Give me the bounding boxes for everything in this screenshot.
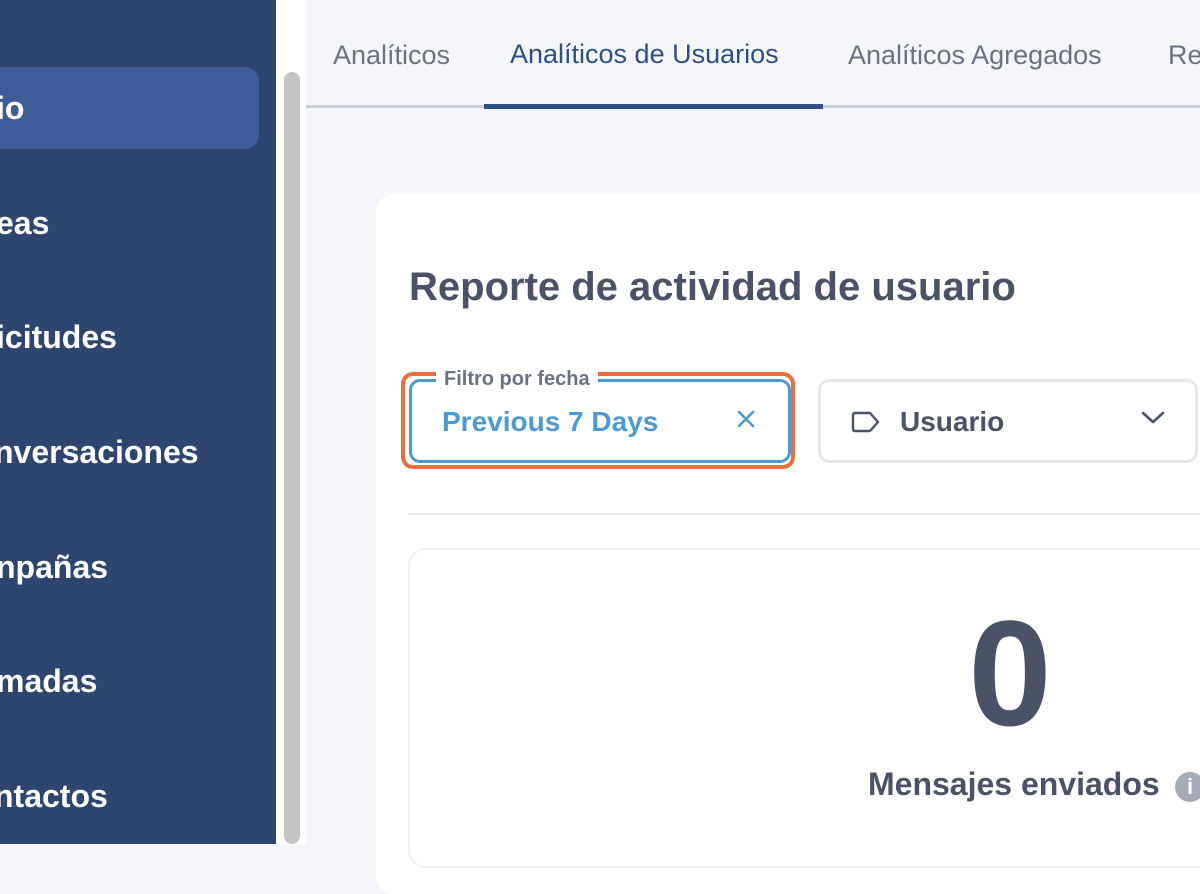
- info-icon[interactable]: i: [1175, 772, 1200, 802]
- stat-card-mensajes: [408, 548, 1200, 868]
- active-tab-indicator: [484, 104, 823, 109]
- sidebar-item-label: nversaciones: [0, 433, 199, 470]
- tag-icon: [850, 411, 882, 438]
- sidebar-item-label: madas: [0, 662, 98, 699]
- tab-analiticos[interactable]: Analíticos: [333, 40, 450, 71]
- user-select-label: Usuario: [900, 406, 1005, 437]
- section-divider: [408, 513, 1200, 515]
- sidebar-item-tareas[interactable]: eas: [0, 182, 259, 264]
- tab-analiticos-usuarios[interactable]: Analíticos de Usuarios: [510, 39, 779, 70]
- sidebar-item-inicio[interactable]: io: [0, 67, 259, 149]
- sidebar-item-label: ntactos: [0, 777, 108, 814]
- sidebar-item-solicitudes[interactable]: icitudes: [0, 296, 259, 378]
- sidebar-scrollbar-thumb[interactable]: [284, 72, 300, 844]
- chevron-down-icon[interactable]: [1140, 410, 1166, 431]
- sidebar-item-label: eas: [0, 204, 50, 241]
- stat-label: Mensajes enviados: [868, 766, 1160, 802]
- sidebar-item-contactos[interactable]: ntactos: [0, 755, 259, 837]
- close-icon[interactable]: [734, 406, 758, 437]
- sidebar-item-conversaciones[interactable]: nversaciones: [0, 411, 259, 493]
- page-title: Reporte de actividad de usuario: [409, 265, 1016, 309]
- tab-analiticos-agregados[interactable]: Analíticos Agregados: [848, 40, 1102, 71]
- sidebar: io eas icitudes nversaciones npañas mada…: [0, 0, 276, 844]
- date-filter-label: Filtro por fecha: [436, 367, 598, 391]
- sidebar-item-label: io: [0, 89, 25, 126]
- sidebar-item-label: icitudes: [0, 318, 117, 355]
- stat-value: 0: [968, 589, 1052, 757]
- date-filter-value: Previous 7 Days: [442, 406, 659, 437]
- sidebar-item-llamadas[interactable]: madas: [0, 640, 259, 722]
- sidebar-item-campanas[interactable]: npañas: [0, 526, 259, 608]
- sidebar-item-label: npañas: [0, 548, 109, 585]
- tab-reportes[interactable]: Re: [1168, 40, 1200, 71]
